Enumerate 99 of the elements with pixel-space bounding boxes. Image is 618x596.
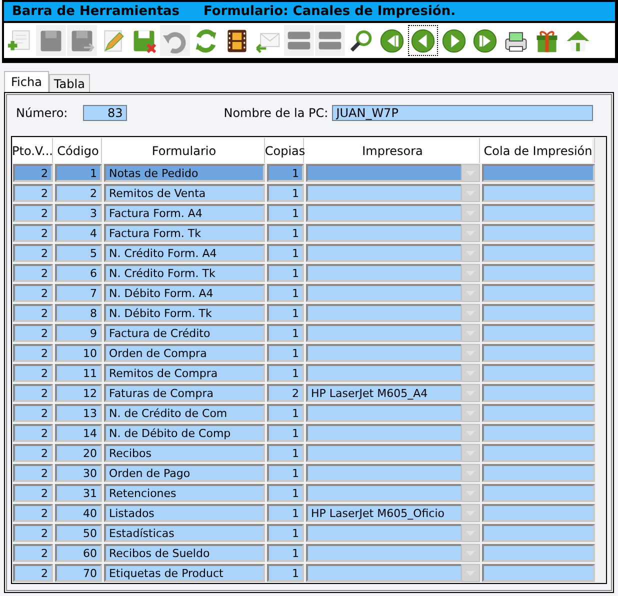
table-cell: 4 bbox=[55, 224, 102, 242]
table-cell: 1 bbox=[55, 164, 102, 182]
table-cell: 3 bbox=[55, 204, 102, 222]
table-cell: 31 bbox=[55, 484, 102, 502]
table-cell: N. Débito Form. A4 bbox=[104, 284, 265, 302]
table-cell: Remitos de Venta bbox=[104, 184, 265, 202]
table-cell: 2 bbox=[13, 564, 53, 582]
table-cell: 2 bbox=[13, 464, 53, 482]
table-cell: 5 bbox=[55, 244, 102, 262]
table-cell: Estadísticas bbox=[104, 524, 265, 542]
table-cell: 30 bbox=[55, 464, 102, 482]
table-cell: 2 bbox=[13, 404, 53, 422]
table-cell: 1 bbox=[267, 544, 304, 562]
column-header[interactable]: Impresora bbox=[306, 138, 480, 163]
table-cell: N. de Débito de Comp bbox=[104, 424, 265, 442]
table-cell: 2 bbox=[13, 244, 53, 262]
form-title: Formulario: Canales de Impresión. bbox=[204, 4, 456, 19]
table-cell: 2 bbox=[13, 164, 53, 182]
table-cell: 2 bbox=[13, 384, 53, 402]
table-cell: 1 bbox=[267, 564, 304, 582]
table-cell: N. Crédito Form. Tk bbox=[104, 264, 265, 282]
table-cell: N. Débito Form. Tk bbox=[104, 304, 265, 322]
table-cell: 1 bbox=[267, 324, 304, 342]
table-cell: Recibos bbox=[104, 444, 265, 462]
table-cell: 60 bbox=[55, 544, 102, 562]
table-cell: Retenciones bbox=[104, 484, 265, 502]
table-cell: 9 bbox=[55, 324, 102, 342]
table-cell: Factura Form. A4 bbox=[104, 204, 265, 222]
table-cell: 2 bbox=[13, 304, 53, 322]
table-cell: 10 bbox=[55, 344, 102, 362]
table-cell: 2 bbox=[13, 504, 53, 522]
table-cell: Listados bbox=[104, 504, 265, 522]
table-cell: 14 bbox=[55, 424, 102, 442]
table-cell: 6 bbox=[55, 264, 102, 282]
table-cell: 2 bbox=[13, 364, 53, 382]
table-cell: 2 bbox=[13, 544, 53, 562]
table-cell: 40 bbox=[55, 504, 102, 522]
tab[interactable]: Ficha bbox=[4, 71, 49, 92]
column-header[interactable]: Pto.V... bbox=[13, 138, 53, 163]
column-header[interactable]: Copias bbox=[267, 138, 304, 163]
table-cell: 11 bbox=[55, 364, 102, 382]
table-cell: 1 bbox=[267, 204, 304, 222]
table-cell: 2 bbox=[13, 264, 53, 282]
field-label: Nombre de la PC: bbox=[224, 106, 328, 120]
table-cell: 1 bbox=[267, 424, 304, 442]
table-cell: 1 bbox=[267, 164, 304, 182]
table-cell: 1 bbox=[267, 304, 304, 322]
table-cell: 2 bbox=[13, 284, 53, 302]
table-cell: 1 bbox=[267, 524, 304, 542]
table-cell: Factura de Crédito bbox=[104, 324, 265, 342]
table-cell: 1 bbox=[267, 264, 304, 282]
field-label: Número: bbox=[16, 106, 68, 120]
table-cell: 8 bbox=[55, 304, 102, 322]
table-cell: 1 bbox=[267, 224, 304, 242]
table-cell: 2 bbox=[13, 444, 53, 462]
table-cell: Orden de Pago bbox=[104, 464, 265, 482]
table-cell: 2 bbox=[13, 204, 53, 222]
table-cell: Etiquetas de Product bbox=[104, 564, 265, 582]
table-cell: 1 bbox=[267, 184, 304, 202]
table-cell: Recibos de Sueldo bbox=[104, 544, 265, 562]
table-cell: 2 bbox=[13, 224, 53, 242]
table-cell: N. de Crédito de Com bbox=[104, 404, 265, 422]
printer-cell[interactable]: HP LaserJet M605_Oficio bbox=[306, 504, 461, 522]
table-cell: Faturas de Compra bbox=[104, 384, 265, 402]
table-cell: 2 bbox=[13, 324, 53, 342]
table-cell: 2 bbox=[13, 424, 53, 442]
table-cell: 2 bbox=[13, 184, 53, 202]
table-cell: 1 bbox=[267, 444, 304, 462]
table-cell: 2 bbox=[267, 384, 304, 402]
toolbar-title: Barra de Herramientas bbox=[12, 4, 180, 19]
table-cell: 1 bbox=[267, 344, 304, 362]
table-cell: 1 bbox=[267, 464, 304, 482]
table-cell: 2 bbox=[13, 524, 53, 542]
table-cell: 1 bbox=[267, 244, 304, 262]
table-cell: 1 bbox=[267, 504, 304, 522]
column-header[interactable]: Código bbox=[55, 138, 102, 163]
table-cell: Orden de Compra bbox=[104, 344, 265, 362]
tab[interactable]: Tabla bbox=[48, 74, 90, 92]
table-cell: 2 bbox=[55, 184, 102, 202]
table-cell: 70 bbox=[55, 564, 102, 582]
table-cell: 12 bbox=[55, 384, 102, 402]
table-cell: 1 bbox=[267, 364, 304, 382]
table-cell: Remitos de Compra bbox=[104, 364, 265, 382]
table-cell: 1 bbox=[267, 284, 304, 302]
table-cell: 1 bbox=[267, 404, 304, 422]
column-header[interactable]: Cola de Impresión bbox=[482, 138, 595, 163]
table-cell: 13 bbox=[55, 404, 102, 422]
table-cell: 1 bbox=[267, 484, 304, 502]
printer-cell[interactable]: HP LaserJet M605_A4 bbox=[306, 384, 461, 402]
number-field[interactable]: 83 bbox=[82, 105, 127, 121]
table-cell: 2 bbox=[13, 344, 53, 362]
table-cell: 20 bbox=[55, 444, 102, 462]
table-cell: 7 bbox=[55, 284, 102, 302]
table-cell: N. Crédito Form. A4 bbox=[104, 244, 265, 262]
column-header[interactable]: Formulario bbox=[104, 138, 265, 163]
table-cell: 50 bbox=[55, 524, 102, 542]
table-cell: 2 bbox=[13, 484, 53, 502]
table-cell: Notas de Pedido bbox=[104, 164, 265, 182]
table-cell: Factura Form. Tk bbox=[104, 224, 265, 242]
